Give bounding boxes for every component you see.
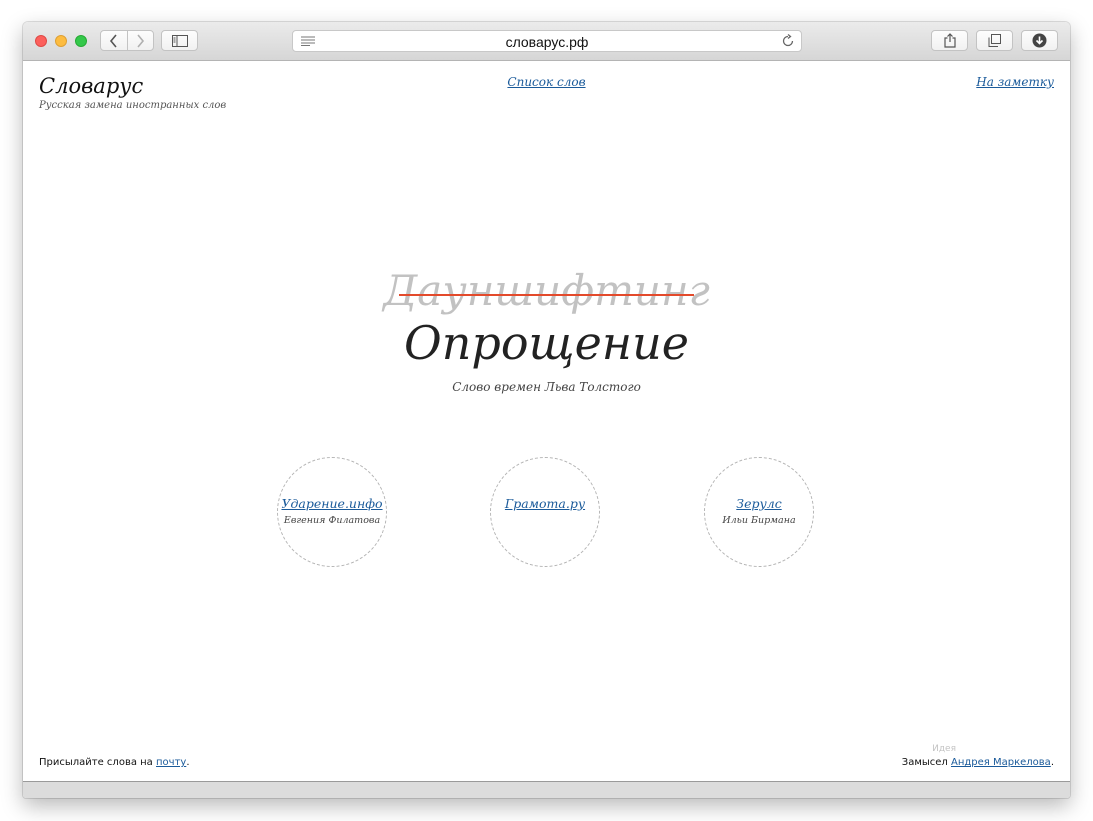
word-subtitle: Слово времен Льва Толстого xyxy=(452,380,641,394)
resource-circle-gramota: Грамота.ру xyxy=(490,457,600,567)
minimize-window-button[interactable] xyxy=(55,35,67,47)
address-bar[interactable]: словарус.рф xyxy=(292,30,802,52)
foreign-word: Дауншифтинг xyxy=(383,266,710,315)
share-icon xyxy=(943,33,956,48)
browser-window: словарус.рф Словарус Русская замена инос… xyxy=(23,22,1070,798)
page-content: Словарус Русская замена иностранных слов… xyxy=(23,61,1070,781)
forward-button[interactable] xyxy=(128,31,154,50)
notes-link[interactable]: На заметку xyxy=(976,75,1054,89)
udarenie-link[interactable]: Ударение.инфо xyxy=(258,496,406,511)
download-icon xyxy=(1032,33,1047,48)
zeruls-author: Ильи Бирмана xyxy=(722,515,796,526)
word-list-link[interactable]: Список слов xyxy=(23,75,1070,89)
russian-word: Опрощение xyxy=(404,316,689,370)
chevron-right-icon xyxy=(137,33,145,48)
email-link[interactable]: почту xyxy=(156,757,186,768)
resource-circle-udarenie: Ударение.инфо Евгения Филатова xyxy=(277,457,387,567)
downloads-button[interactable] xyxy=(1021,30,1058,51)
address-text: словарус.рф xyxy=(505,34,589,50)
footer-credit: Замысел Андрея Маркелова. xyxy=(902,757,1054,768)
close-window-button[interactable] xyxy=(35,35,47,47)
site-tagline: Русская замена иностранных слов xyxy=(39,100,227,111)
footer-contact: Присылайте слова на почту. xyxy=(39,757,190,768)
reload-icon[interactable] xyxy=(781,34,795,48)
tabs-icon xyxy=(988,34,1001,47)
chevron-left-icon xyxy=(109,33,117,48)
footer-credit-suffix: . xyxy=(1050,757,1054,768)
resource-circle-zeruls: Зерулс Ильи Бирмана xyxy=(704,457,814,567)
maximize-window-button[interactable] xyxy=(75,35,87,47)
footer-contact-suffix: . xyxy=(186,757,190,768)
footer-idea-label: Идея xyxy=(932,744,956,754)
share-button[interactable] xyxy=(931,30,968,51)
sidebar-icon xyxy=(171,34,188,47)
back-forward-group xyxy=(100,30,154,51)
status-bar xyxy=(23,781,1070,798)
sidebar-button[interactable] xyxy=(161,30,198,51)
strikethrough-line xyxy=(399,294,694,296)
footer-credit-text: Замысел xyxy=(901,757,951,768)
footer-contact-text: Присылайте слова на xyxy=(39,757,156,768)
author-link[interactable]: Андрея Маркелова xyxy=(951,757,1051,768)
zeruls-link[interactable]: Зерулс xyxy=(685,496,833,511)
udarenie-author: Евгения Филатова xyxy=(283,515,381,526)
gramota-link[interactable]: Грамота.ру xyxy=(471,496,619,511)
back-button[interactable] xyxy=(101,31,128,50)
browser-toolbar: словарус.рф xyxy=(23,22,1070,61)
tabs-button[interactable] xyxy=(976,30,1013,51)
